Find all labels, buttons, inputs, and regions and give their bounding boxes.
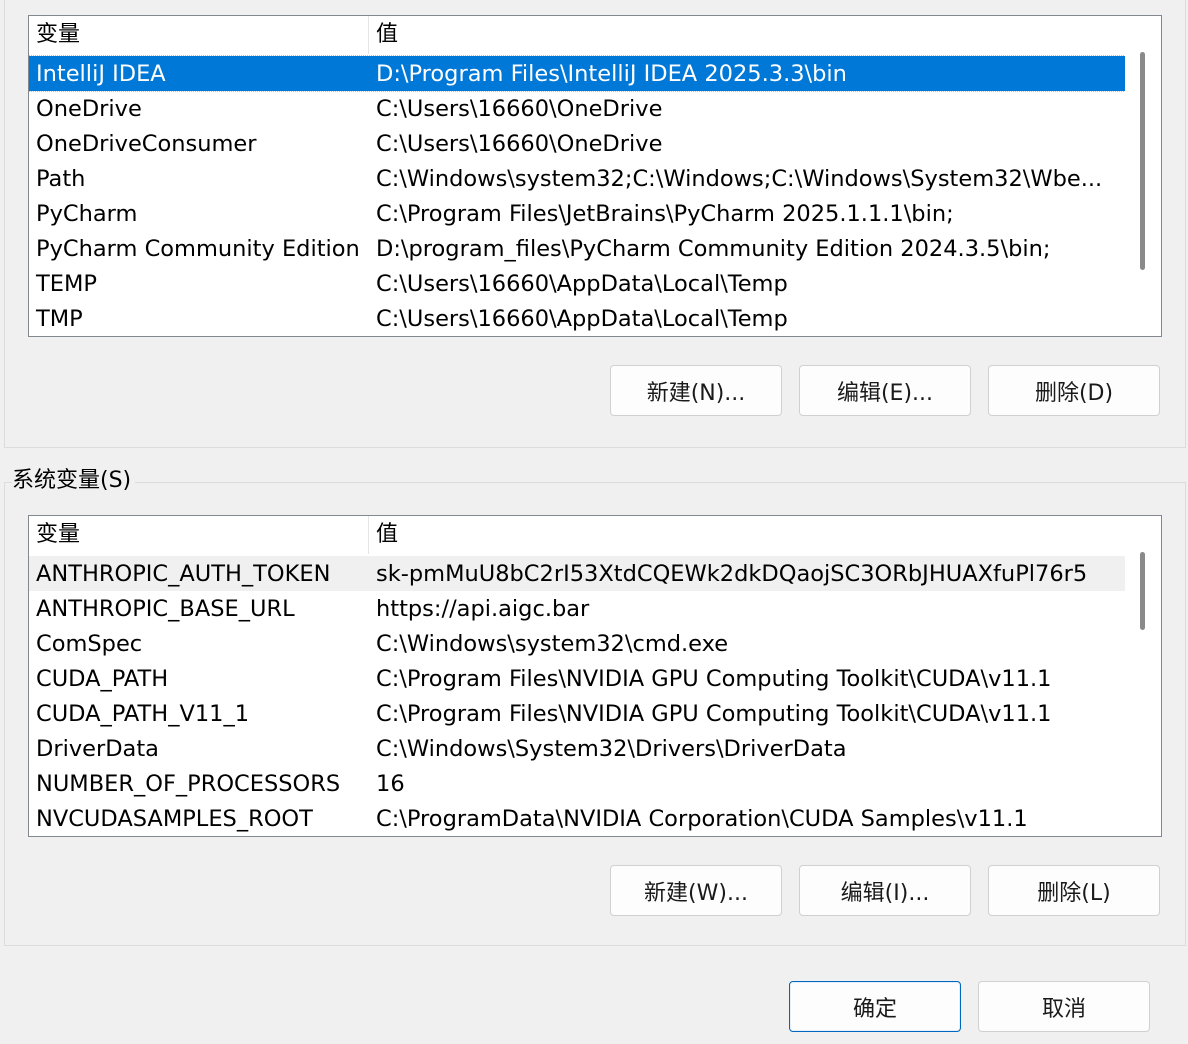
- scrollbar-thumb[interactable]: [1140, 52, 1145, 270]
- var-value: 16: [376, 770, 405, 797]
- system-var-row[interactable]: DriverData C:\Windows\System32\Drivers\D…: [29, 731, 1125, 766]
- var-name: CUDA_PATH: [36, 665, 169, 692]
- user-delete-button[interactable]: 删除(D): [988, 365, 1160, 416]
- system-variables-label: 系统变量(S): [12, 466, 136, 496]
- var-value: C:\Windows\system32\cmd.exe: [376, 630, 729, 657]
- var-name: TMP: [36, 305, 83, 332]
- var-value: C:\Program Files\NVIDIA GPU Computing To…: [376, 700, 1052, 727]
- var-name: ComSpec: [36, 630, 143, 657]
- var-value: C:\Windows\System32\Drivers\DriverData: [376, 735, 847, 762]
- var-name: PyCharm Community Edition: [36, 235, 360, 262]
- var-value: C:\Users\16660\AppData\Local\Temp: [376, 305, 788, 332]
- system-var-row[interactable]: NVCUDASAMPLES_ROOT C:\ProgramData\NVIDIA…: [29, 801, 1125, 836]
- user-var-row[interactable]: IntelliJ IDEA D:\Program Files\IntelliJ …: [29, 55, 1126, 92]
- user-variables-list[interactable]: 变量 值 IntelliJ IDEA D:\Program Files\Inte…: [28, 15, 1162, 337]
- user-var-row[interactable]: PyCharm C:\Program Files\JetBrains\PyCha…: [29, 196, 1125, 231]
- column-header-value[interactable]: 值: [369, 16, 1125, 54]
- var-name: IntelliJ IDEA: [36, 60, 166, 87]
- var-name: DriverData: [36, 735, 159, 762]
- var-name: TEMP: [36, 270, 97, 297]
- system-delete-button[interactable]: 删除(L): [988, 865, 1160, 916]
- user-var-row[interactable]: Path C:\Windows\system32;C:\Windows;C:\W…: [29, 161, 1125, 196]
- var-name: ANTHROPIC_BASE_URL: [36, 595, 295, 622]
- var-name: OneDriveConsumer: [36, 130, 257, 157]
- system-variables-rows: ANTHROPIC_AUTH_TOKEN sk-pmMuU8bC2rI53Xtd…: [29, 556, 1125, 836]
- column-header-variable[interactable]: 变量: [29, 516, 369, 554]
- user-variables-header: 变量 值: [29, 16, 1125, 54]
- var-name: PyCharm: [36, 200, 138, 227]
- system-var-row[interactable]: CUDA_PATH_V11_1 C:\Program Files\NVIDIA …: [29, 696, 1125, 731]
- ok-button[interactable]: 确定: [789, 981, 961, 1032]
- var-value: C:\Users\16660\OneDrive: [376, 95, 663, 122]
- var-name: NVCUDASAMPLES_ROOT: [36, 805, 313, 832]
- system-var-row[interactable]: ANTHROPIC_AUTH_TOKEN sk-pmMuU8bC2rI53Xtd…: [29, 556, 1125, 591]
- scrollbar-thumb[interactable]: [1140, 552, 1145, 630]
- var-value: D:\program_files\PyCharm Community Editi…: [376, 235, 1051, 262]
- user-var-row[interactable]: TMP C:\Users\16660\AppData\Local\Temp: [29, 301, 1125, 336]
- var-value: D:\Program Files\IntelliJ IDEA 2025.3.3\…: [376, 60, 847, 87]
- system-var-row[interactable]: ANTHROPIC_BASE_URL https://api.aigc.bar: [29, 591, 1125, 626]
- var-name: OneDrive: [36, 95, 142, 122]
- column-header-value[interactable]: 值: [369, 516, 1125, 554]
- system-new-button[interactable]: 新建(W)...: [610, 865, 782, 916]
- system-var-row[interactable]: NUMBER_OF_PROCESSORS 16: [29, 766, 1125, 801]
- system-variables-header: 变量 值: [29, 516, 1125, 554]
- var-value: C:\Windows\system32;C:\Windows;C:\Window…: [376, 165, 1103, 192]
- var-value: https://api.aigc.bar: [376, 595, 590, 622]
- var-value: C:\Program Files\NVIDIA GPU Computing To…: [376, 665, 1052, 692]
- cancel-button[interactable]: 取消: [978, 981, 1150, 1032]
- user-edit-button[interactable]: 编辑(E)...: [799, 365, 971, 416]
- user-new-button[interactable]: 新建(N)...: [610, 365, 782, 416]
- column-header-variable[interactable]: 变量: [29, 16, 369, 54]
- system-edit-button[interactable]: 编辑(I)...: [799, 865, 971, 916]
- system-var-row[interactable]: ComSpec C:\Windows\system32\cmd.exe: [29, 626, 1125, 661]
- var-value: sk-pmMuU8bC2rI53XtdCQEWk2dkDQaojSC3ORbJH…: [376, 560, 1088, 587]
- system-variables-list[interactable]: 变量 值 ANTHROPIC_AUTH_TOKEN sk-pmMuU8bC2rI…: [28, 515, 1162, 837]
- var-name: ANTHROPIC_AUTH_TOKEN: [36, 560, 331, 587]
- var-name: CUDA_PATH_V11_1: [36, 700, 250, 727]
- var-value: C:\Users\16660\OneDrive: [376, 130, 663, 157]
- var-name: NUMBER_OF_PROCESSORS: [36, 770, 341, 797]
- user-var-row[interactable]: OneDriveConsumer C:\Users\16660\OneDrive: [29, 126, 1125, 161]
- var-value: C:\ProgramData\NVIDIA Corporation\CUDA S…: [376, 805, 1028, 832]
- var-name: Path: [36, 165, 86, 192]
- user-variables-scrollbar[interactable]: [1125, 16, 1161, 336]
- system-var-row[interactable]: CUDA_PATH C:\Program Files\NVIDIA GPU Co…: [29, 661, 1125, 696]
- system-variables-scrollbar[interactable]: [1125, 516, 1161, 836]
- user-var-row[interactable]: TEMP C:\Users\16660\AppData\Local\Temp: [29, 266, 1125, 301]
- user-var-row[interactable]: PyCharm Community Edition D:\program_fil…: [29, 231, 1125, 266]
- var-value: C:\Program Files\JetBrains\PyCharm 2025.…: [376, 200, 954, 227]
- environment-variables-dialog: 变量 值 IntelliJ IDEA D:\Program Files\Inte…: [0, 0, 1188, 1044]
- user-var-row[interactable]: OneDrive C:\Users\16660\OneDrive: [29, 91, 1125, 126]
- var-value: C:\Users\16660\AppData\Local\Temp: [376, 270, 788, 297]
- user-variables-rows: IntelliJ IDEA D:\Program Files\IntelliJ …: [29, 55, 1126, 336]
